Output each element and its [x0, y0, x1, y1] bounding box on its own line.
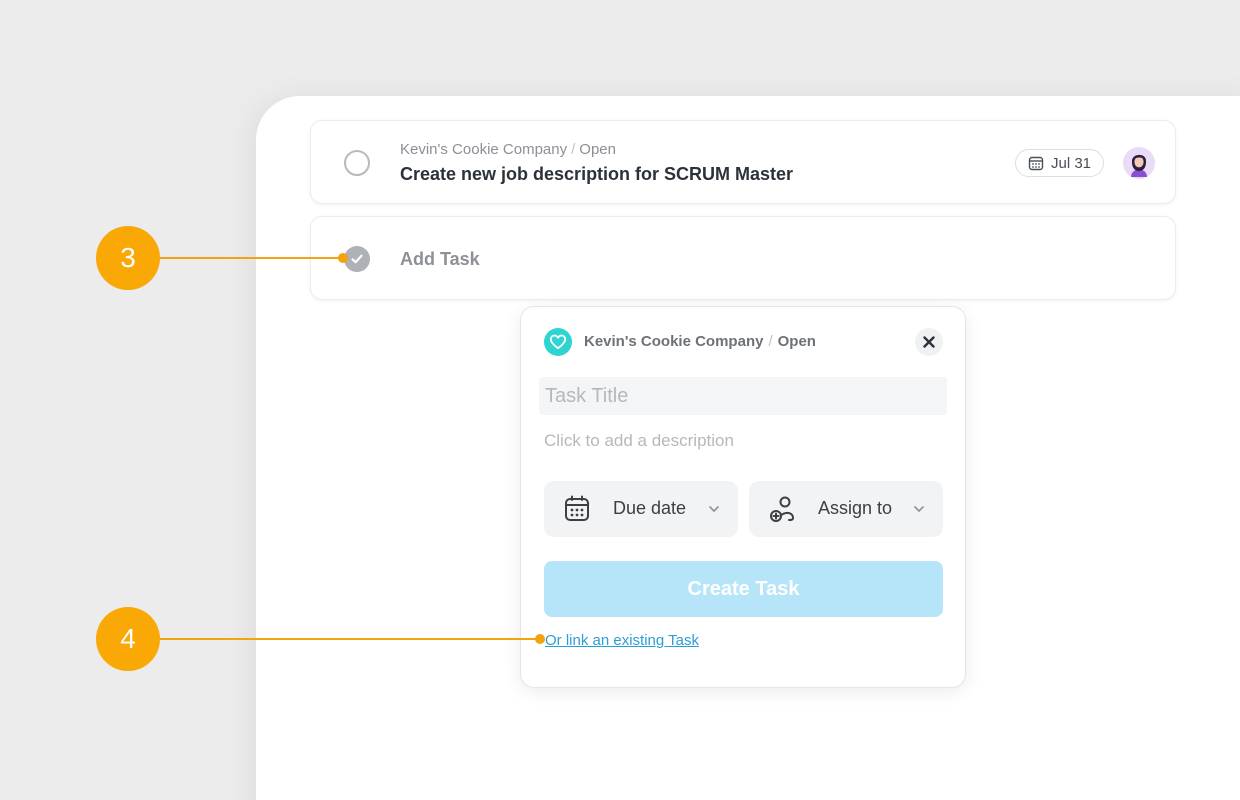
breadcrumb-separator: /: [571, 141, 576, 158]
close-button[interactable]: [915, 328, 943, 356]
callout-dot-4: [535, 634, 545, 644]
callout-badge-4: 4: [96, 607, 160, 671]
callout-badge-3: 3: [96, 226, 160, 290]
heart-icon: [544, 328, 572, 356]
chevron-down-icon: [914, 506, 924, 512]
user-avatar[interactable]: [1123, 147, 1155, 179]
due-date-dropdown[interactable]: Due date: [544, 481, 738, 537]
due-date-label: Due date: [613, 498, 687, 518]
link-existing-task-link[interactable]: Or link an existing Task: [545, 632, 699, 649]
assign-to-dropdown[interactable]: Assign to: [749, 481, 943, 537]
calendar-icon: [1028, 156, 1044, 171]
popup-breadcrumb-separator: /: [768, 333, 773, 350]
popup-breadcrumb: Kevin's Cookie Company / Open: [584, 333, 816, 350]
add-task-row[interactable]: Add Task: [310, 216, 1176, 300]
description-field[interactable]: Click to add a description: [544, 431, 734, 451]
task-company: Kevin's Cookie Company: [400, 141, 568, 158]
create-task-button[interactable]: Create Task: [544, 561, 943, 617]
task-breadcrumb: Kevin's Cookie Company / Open: [400, 141, 616, 158]
chevron-down-icon: [709, 506, 719, 512]
task-card[interactable]: Kevin's Cookie Company / Open Create new j…: [310, 120, 1176, 204]
close-icon: [923, 336, 935, 348]
new-task-popup: Kevin's Cookie Company/Open Click to add…: [520, 306, 966, 688]
callout-leader-3: [160, 257, 344, 259]
add-task-label[interactable]: Add Task: [400, 249, 480, 270]
calendar-icon: [565, 495, 589, 521]
callout-dot-3: [338, 253, 348, 263]
task-complete-radio[interactable]: [344, 150, 370, 176]
popup-status: Open: [777, 333, 816, 350]
due-date-chip[interactable]: Jul 31: [1015, 149, 1105, 177]
due-date-text: Jul 31: [1051, 154, 1092, 172]
task-status: Open: [579, 141, 616, 158]
assign-to-label: Assign to: [818, 498, 893, 518]
popup-company: Kevin's Cookie Company: [584, 333, 764, 350]
assign-user-icon: [770, 496, 795, 522]
task-title-input[interactable]: [539, 377, 947, 415]
callout-leader-4: [160, 638, 540, 640]
task-title[interactable]: Create new job description for SCRUM Mas…: [400, 164, 793, 185]
